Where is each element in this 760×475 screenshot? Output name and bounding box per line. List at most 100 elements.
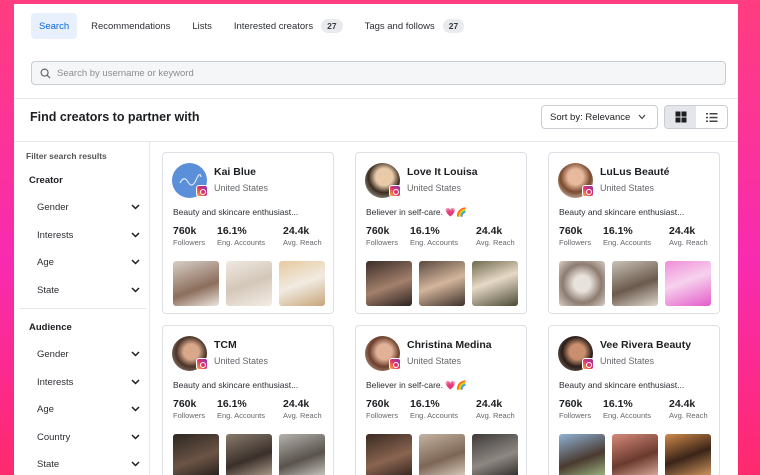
followers-value: 760k	[366, 225, 390, 237]
post-thumbnails	[559, 261, 711, 306]
instagram-icon	[582, 185, 594, 197]
followers-value: 760k	[559, 398, 583, 410]
filter-creator-age[interactable]: Age	[30, 251, 148, 273]
reach-value: 24.4k	[476, 225, 503, 237]
post-thumbnail[interactable]	[472, 434, 518, 475]
reach-label: Avg. Reach	[669, 411, 708, 420]
creator-card[interactable]: Vee Rivera Beauty United States Beauty a…	[548, 325, 720, 475]
tab-interested-creators[interactable]: Interested creators 27	[226, 13, 351, 39]
grid-view-button[interactable]	[665, 106, 696, 128]
tab-label: Tags and follows	[364, 20, 435, 32]
section-label-creator: Creator	[29, 175, 63, 186]
creator-name: Love It Louisa	[407, 166, 478, 178]
creator-name: TCM	[214, 339, 237, 351]
engagement-label: Eng. Accounts	[217, 238, 265, 247]
filter-creator-interests[interactable]: Interests	[30, 224, 148, 246]
creator-location: United States	[600, 356, 655, 366]
post-thumbnails	[366, 434, 518, 475]
creator-name: Christina Medina	[407, 339, 492, 351]
post-thumbnail[interactable]	[173, 261, 219, 306]
tab-label: Lists	[192, 20, 212, 32]
reach-value: 24.4k	[283, 225, 310, 237]
tab-search[interactable]: Search	[31, 13, 78, 39]
post-thumbnail[interactable]	[226, 434, 272, 475]
chevron-down-icon	[131, 232, 140, 238]
tab-recommendations[interactable]: Recommendations	[83, 13, 178, 39]
count-badge: 27	[442, 19, 465, 33]
sort-label: Sort by: Relevance	[550, 111, 631, 123]
list-view-button[interactable]	[696, 106, 727, 128]
creator-bio: Beauty and skincare enthusiast...	[173, 380, 299, 390]
followers-value: 760k	[559, 225, 583, 237]
reach-value: 24.4k	[669, 225, 696, 237]
post-thumbnail[interactable]	[366, 261, 412, 306]
tab-tags-and-follows[interactable]: Tags and follows 27	[357, 13, 473, 39]
post-thumbnails	[559, 434, 711, 475]
creator-location: United States	[407, 356, 462, 366]
section-label-audience: Audience	[29, 322, 72, 333]
creator-name: LuLus Beauté	[600, 166, 670, 178]
followers-value: 760k	[173, 225, 197, 237]
followers-label: Followers	[173, 238, 206, 247]
post-thumbnail[interactable]	[173, 434, 219, 475]
post-thumbnail[interactable]	[279, 434, 325, 475]
post-thumbnail[interactable]	[559, 434, 605, 475]
creator-card[interactable]: Christina Medina United States Believer …	[355, 325, 527, 475]
engagement-value: 16.1%	[410, 225, 440, 237]
view-toggle	[664, 105, 728, 129]
post-thumbnail[interactable]	[419, 434, 465, 475]
creator-card[interactable]: Love It Louisa United States Believer in…	[355, 152, 527, 314]
reach-value: 24.4k	[476, 398, 503, 410]
count-badge: 27	[321, 19, 343, 33]
filter-label: State	[37, 284, 60, 296]
followers-label: Followers	[559, 411, 592, 420]
sort-dropdown[interactable]: Sort by: Relevance	[541, 105, 658, 129]
post-thumbnail[interactable]	[612, 261, 658, 306]
filter-sidebar: Filter search results Creator Gender Int…	[14, 142, 150, 475]
filter-audience-state[interactable]: State	[30, 453, 148, 475]
chevron-down-icon	[131, 204, 140, 210]
post-thumbnail[interactable]	[226, 261, 272, 306]
filter-label: Gender	[37, 348, 69, 360]
tab-label: Interested creators	[233, 20, 314, 32]
engagement-label: Eng. Accounts	[217, 411, 265, 420]
creator-location: United States	[407, 183, 462, 193]
filter-label: Interests	[37, 229, 74, 241]
filter-label: Interests	[37, 376, 74, 388]
post-thumbnails	[366, 261, 518, 306]
chevron-down-icon	[131, 379, 140, 385]
filter-audience-interests[interactable]: Interests	[30, 371, 148, 393]
creator-card[interactable]: LuLus Beauté United States Beauty and sk…	[548, 152, 720, 314]
creator-card[interactable]: TCM United States Beauty and skincare en…	[162, 325, 334, 475]
creator-card[interactable]: Kai Blue United States Beauty and skinca…	[162, 152, 334, 314]
post-thumbnail[interactable]	[665, 261, 711, 306]
divider	[14, 98, 738, 99]
filter-creator-state[interactable]: State	[30, 279, 148, 301]
creator-stats: 760k Followers 16.1% Eng. Accounts 24.4k Av…	[366, 398, 534, 420]
filter-audience-gender[interactable]: Gender	[30, 343, 148, 365]
chevron-down-icon	[131, 406, 140, 412]
tab-lists[interactable]: Lists	[184, 13, 220, 39]
filter-audience-country[interactable]: Country	[30, 426, 148, 448]
filter-label: Country	[37, 431, 71, 443]
followers-label: Followers	[366, 411, 399, 420]
post-thumbnail[interactable]	[612, 434, 658, 475]
post-thumbnail[interactable]	[665, 434, 711, 475]
post-thumbnail[interactable]	[559, 261, 605, 306]
post-thumbnail[interactable]	[366, 434, 412, 475]
creator-location: United States	[600, 183, 655, 193]
engagement-value: 16.1%	[603, 398, 633, 410]
engagement-value: 16.1%	[603, 225, 633, 237]
followers-label: Followers	[559, 238, 592, 247]
filter-creator-gender[interactable]: Gender	[30, 196, 148, 218]
post-thumbnails	[173, 261, 325, 306]
instagram-icon	[389, 185, 401, 197]
post-thumbnail[interactable]	[472, 261, 518, 306]
post-thumbnail[interactable]	[419, 261, 465, 306]
engagement-value: 16.1%	[217, 398, 247, 410]
creator-bio: Beauty and skincare enthusiast...	[173, 207, 299, 217]
search-input[interactable]	[57, 67, 725, 79]
post-thumbnail[interactable]	[279, 261, 325, 306]
filter-audience-age[interactable]: Age	[30, 398, 148, 420]
creator-name: Kai Blue	[214, 166, 257, 178]
